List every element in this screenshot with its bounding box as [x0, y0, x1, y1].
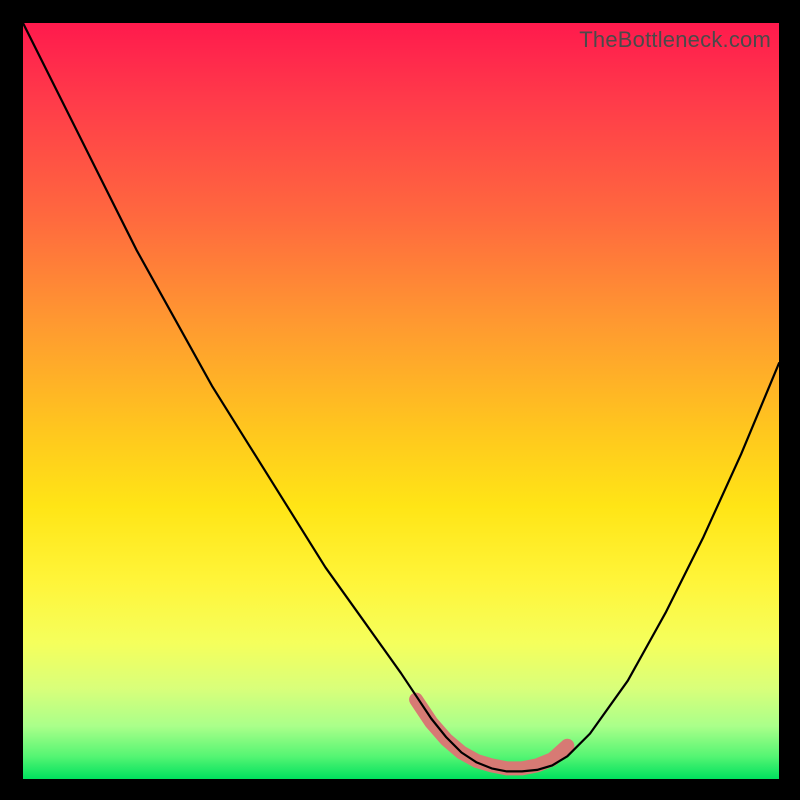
plot-area: TheBottleneck.com	[23, 23, 779, 779]
main-curve-path	[23, 23, 779, 771]
chart-frame: TheBottleneck.com	[0, 0, 800, 800]
trough-highlight-path	[416, 700, 567, 769]
curve-layer	[23, 23, 779, 779]
